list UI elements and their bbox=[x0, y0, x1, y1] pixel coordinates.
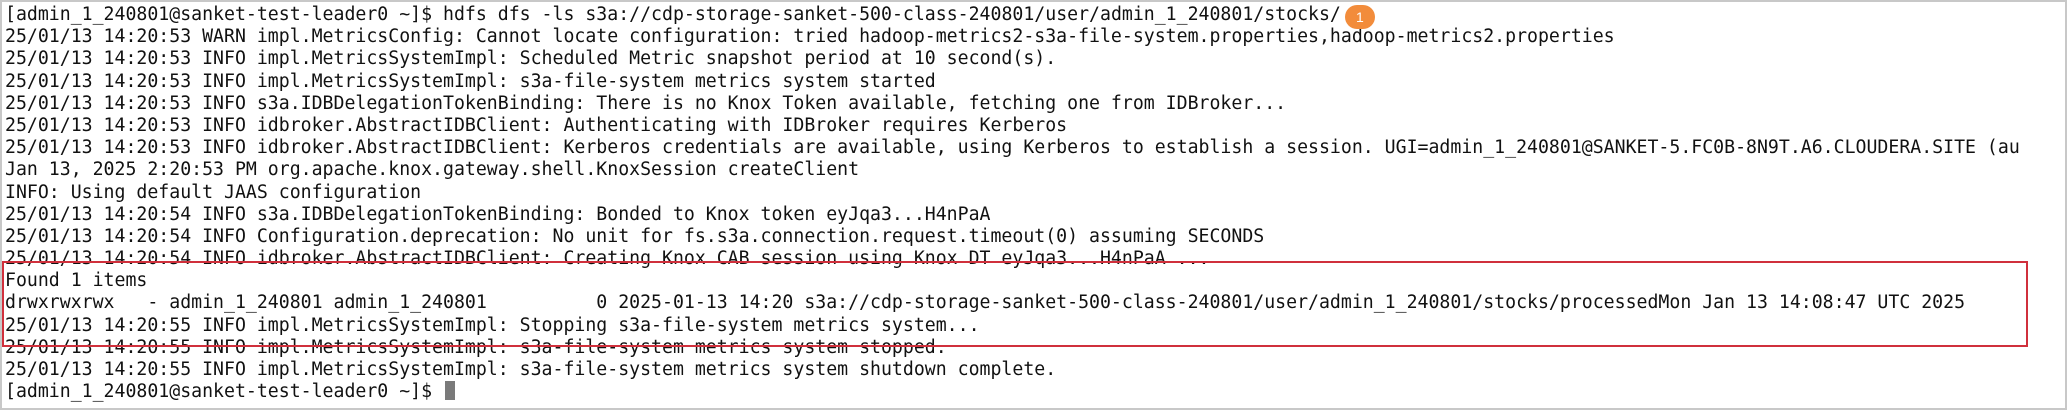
log-line: 25/01/13 14:20:55 INFO impl.MetricsSyste… bbox=[5, 314, 980, 336]
log-line: 25/01/13 14:20:53 INFO idbroker.Abstract… bbox=[5, 114, 1068, 136]
command-line: [admin_1_240801@sanket-test-leader0 ~]$ … bbox=[5, 4, 2065, 29]
log-line: 25/01/13 14:20:55 INFO impl.MetricsSyste… bbox=[5, 359, 1057, 380]
log-line: INFO: Using default JAAS configuration bbox=[5, 181, 422, 203]
log-line: Jan 13, 2025 2:20:53 PM org.apache.knox.… bbox=[5, 159, 860, 181]
log-line: 25/01/13 14:20:55 INFO impl.MetricsSyste… bbox=[5, 336, 947, 358]
directory-listing-row: drwxrwxrwx - admin_1_240801 admin_1_2408… bbox=[5, 292, 1966, 314]
final-prompt-line[interactable]: [admin_1_240801@sanket-test-leader0 ~]$ bbox=[5, 381, 2065, 403]
shell-prompt: [admin_1_240801@sanket-test-leader0 ~]$ bbox=[5, 4, 443, 25]
log-line: 25/01/13 14:20:53 INFO s3a.IDBDelegation… bbox=[5, 92, 1287, 114]
log-line: 25/01/13 14:20:53 INFO impl.MetricsSyste… bbox=[5, 70, 936, 92]
text-cursor bbox=[445, 381, 455, 401]
shell-prompt: [admin_1_240801@sanket-test-leader0 ~]$ bbox=[5, 381, 443, 403]
log-line: 25/01/13 14:20:53 WARN impl.MetricsConfi… bbox=[5, 26, 1615, 48]
terminal-window[interactable]: [admin_1_240801@sanket-test-leader0 ~]$ … bbox=[0, 0, 2067, 410]
log-line: 25/01/13 14:20:53 INFO impl.MetricsSyste… bbox=[5, 48, 1057, 70]
log-line: 25/01/13 14:20:54 INFO idbroker.Abstract… bbox=[5, 248, 1210, 270]
result-count-line: Found 1 items bbox=[5, 270, 148, 292]
log-line: 25/01/13 14:20:54 INFO s3a.IDBDelegation… bbox=[5, 203, 991, 225]
step-badge: 1 bbox=[1344, 5, 1375, 29]
command-text: hdfs dfs -ls s3a://cdp-storage-sanket-50… bbox=[443, 4, 1341, 25]
terminal-output: [admin_1_240801@sanket-test-leader0 ~]$ … bbox=[5, 4, 2065, 403]
log-line: 25/01/13 14:20:54 INFO Configuration.dep… bbox=[5, 225, 1265, 247]
log-line: 25/01/13 14:20:53 INFO idbroker.Abstract… bbox=[5, 137, 2020, 159]
